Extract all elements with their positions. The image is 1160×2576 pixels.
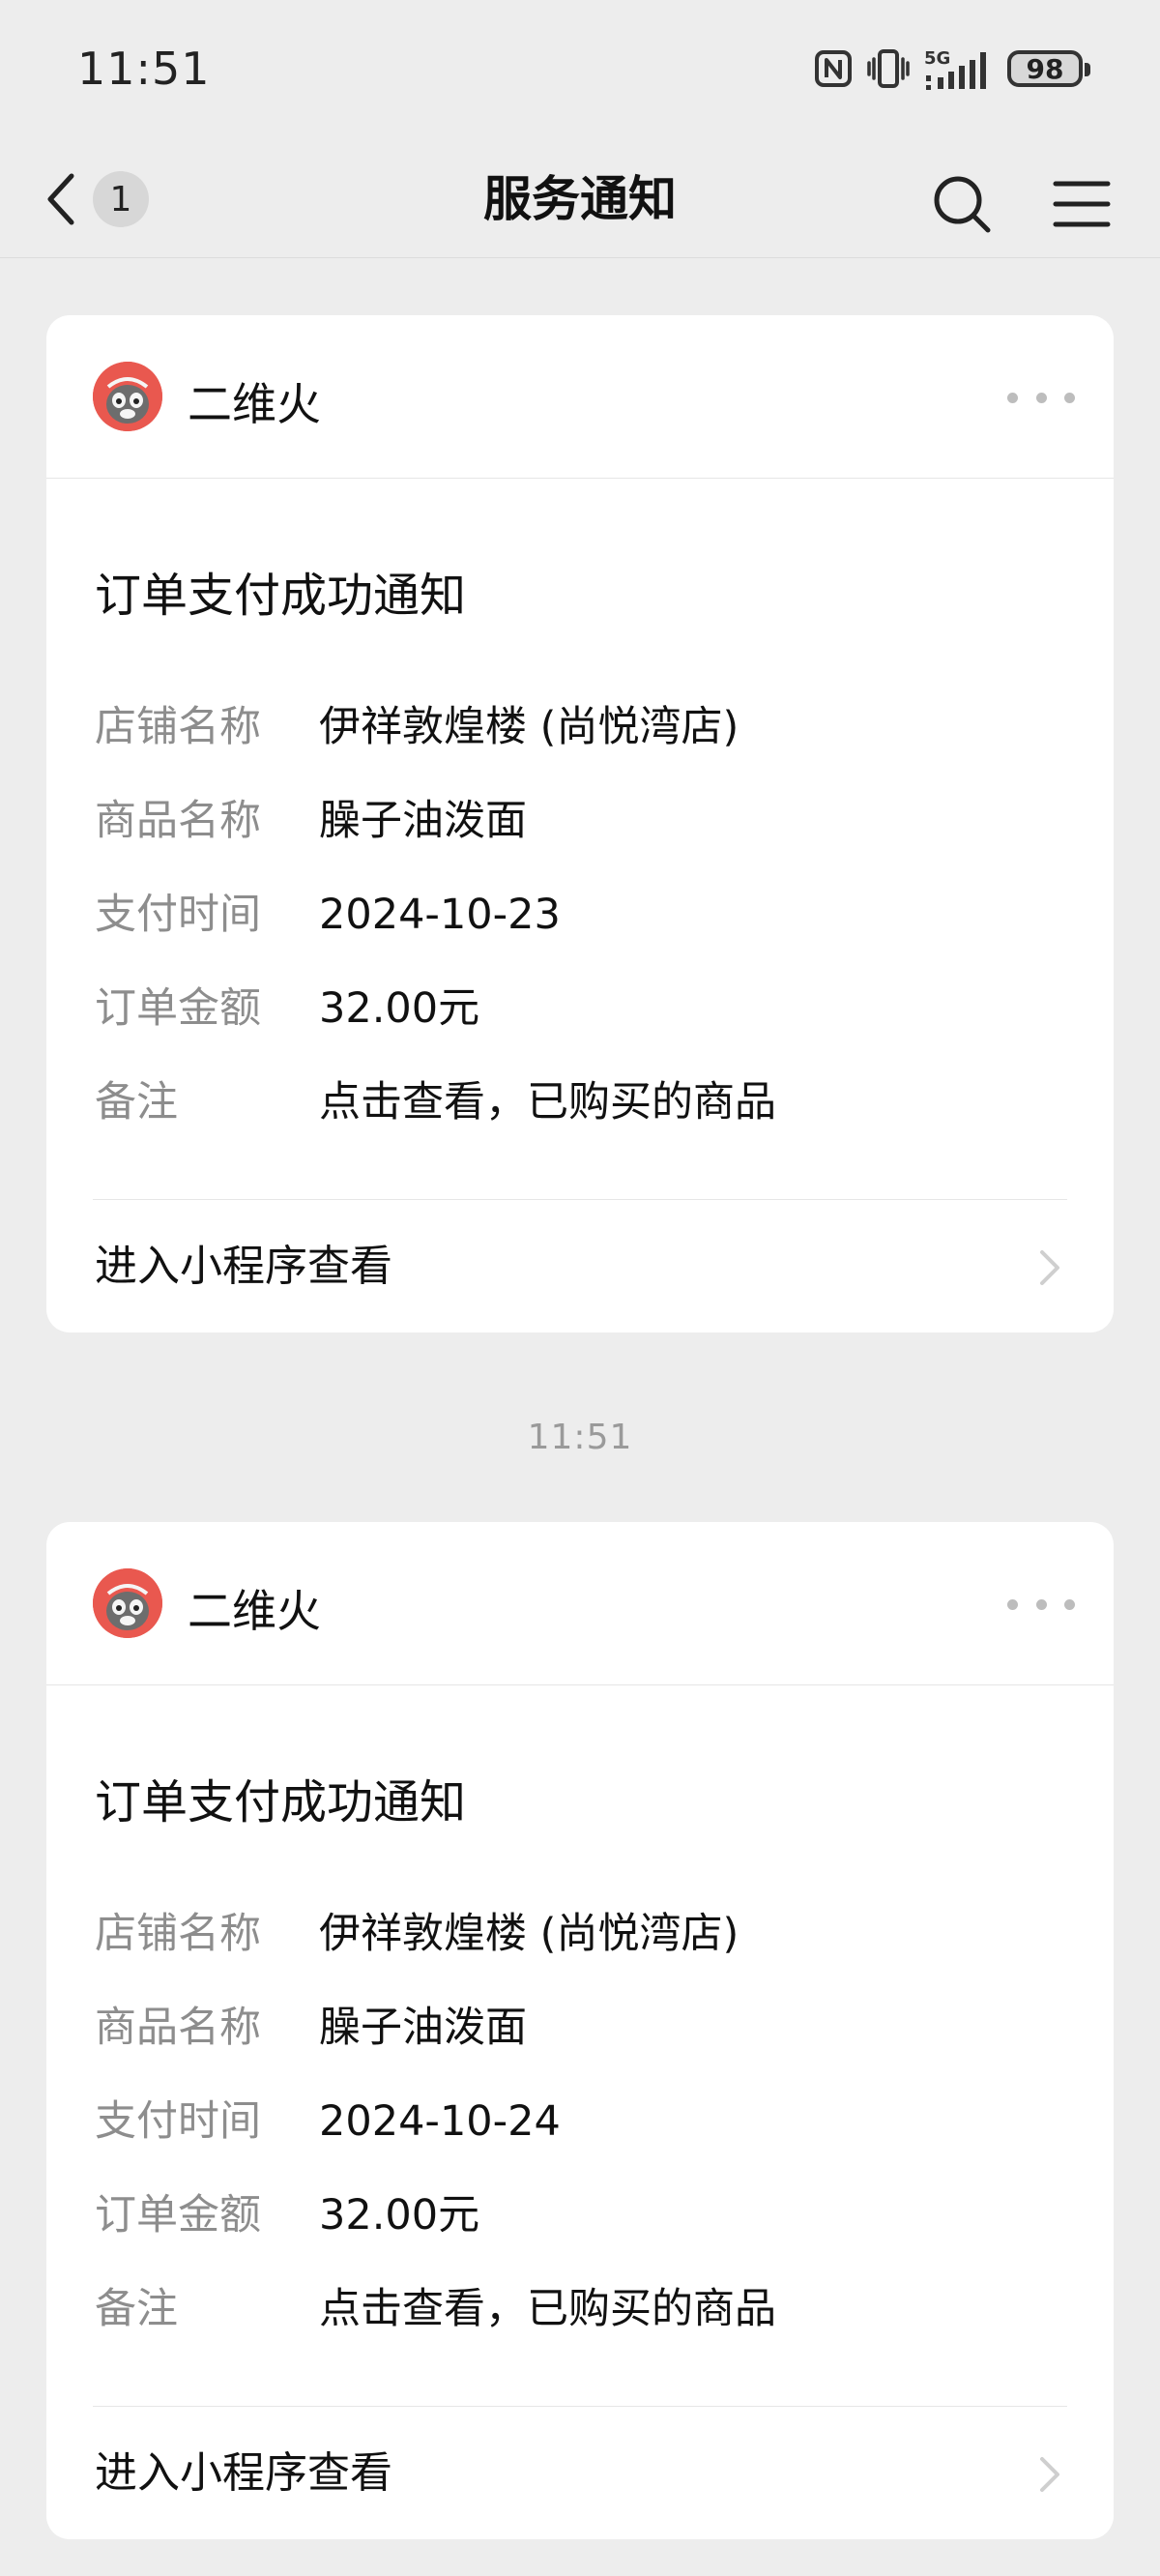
open-miniprogram-link[interactable]: 进入小程序查看 — [93, 1199, 1067, 1332]
field-label: 店铺名称 — [95, 1910, 261, 1958]
field-value: 伊祥敦煌楼 (尚悦湾店) — [319, 1910, 740, 1958]
nav-bar: 1 服务通知 — [0, 141, 1160, 258]
dot — [1064, 1598, 1075, 1610]
vibrate-icon — [867, 49, 910, 88]
svg-text:5G: 5G — [924, 48, 950, 69]
field-label: 支付时间 — [95, 2097, 261, 2146]
dot — [1035, 392, 1047, 403]
open-miniprogram-label: 进入小程序查看 — [95, 1242, 392, 1291]
field-label: 备注 — [95, 2285, 178, 2333]
signal-5g-icon: 5G — [924, 48, 986, 90]
sender-name: 二维火 — [188, 1585, 321, 1637]
field-value: 臊子油泼面 — [319, 2004, 527, 2052]
field-value: 2024-10-23 — [319, 891, 561, 939]
field-value: 2024-10-24 — [319, 2097, 561, 2146]
mascot-avatar-icon — [93, 362, 162, 431]
field-value: 臊子油泼面 — [319, 797, 527, 845]
search-icon — [934, 176, 991, 233]
battery-icon: 98 — [1007, 50, 1090, 87]
chevron-right-icon — [1040, 1250, 1059, 1285]
notification-card[interactable]: 二维火 订单支付成功通知 店铺名称 伊祥敦煌楼 (尚悦湾店) 商品名称 臊子油泼… — [46, 1522, 1114, 2539]
unread-count-badge: 1 — [93, 171, 149, 227]
menu-button[interactable] — [1048, 170, 1116, 238]
message-timestamp: 11:51 — [527, 1418, 633, 1457]
avatar[interactable] — [93, 362, 162, 431]
open-miniprogram-label: 进入小程序查看 — [95, 2448, 392, 2498]
open-miniprogram-link[interactable]: 进入小程序查看 — [93, 2406, 1067, 2539]
notification-title: 订单支付成功通知 — [95, 1775, 467, 1830]
back-button[interactable]: 1 — [43, 161, 149, 238]
field-label: 支付时间 — [95, 891, 261, 939]
field-value: 32.00元 — [319, 984, 480, 1033]
field-value: 32.00元 — [319, 2191, 480, 2239]
more-options-button[interactable] — [1007, 373, 1075, 422]
field-value: 点击查看，已购买的商品 — [319, 1078, 776, 1127]
mascot-avatar-icon — [93, 1568, 162, 1638]
status-bar: 11:51 5G 98 — [0, 0, 1160, 141]
card-header: 二维火 — [46, 1522, 1114, 1685]
battery-level: 98 — [1026, 52, 1064, 85]
notification-title: 订单支付成功通知 — [95, 569, 467, 623]
field-label: 订单金额 — [95, 984, 261, 1033]
dot — [1007, 1598, 1018, 1610]
field-label: 订单金额 — [95, 2191, 261, 2239]
dot — [1035, 1598, 1047, 1610]
back-chevron-icon — [47, 173, 74, 225]
field-label: 备注 — [95, 1078, 178, 1127]
search-button[interactable] — [928, 170, 996, 238]
menu-icon — [1053, 181, 1111, 227]
field-label: 商品名称 — [95, 797, 261, 845]
nfc-icon — [815, 50, 852, 87]
chevron-right-icon — [1040, 2457, 1059, 2492]
field-value: 点击查看，已购买的商品 — [319, 2285, 776, 2333]
sender-name: 二维火 — [188, 378, 321, 430]
card-header: 二维火 — [46, 315, 1114, 479]
field-label: 商品名称 — [95, 2004, 261, 2052]
status-time: 11:51 — [77, 43, 211, 95]
more-options-button[interactable] — [1007, 1580, 1075, 1628]
dot — [1064, 392, 1075, 403]
field-label: 店铺名称 — [95, 703, 261, 751]
avatar[interactable] — [93, 1568, 162, 1638]
notification-card[interactable]: 二维火 订单支付成功通知 店铺名称 伊祥敦煌楼 (尚悦湾店) 商品名称 臊子油泼… — [46, 315, 1114, 1332]
dot — [1007, 392, 1018, 403]
field-value: 伊祥敦煌楼 (尚悦湾店) — [319, 703, 740, 751]
status-icons: 5G 98 — [814, 44, 1090, 93]
